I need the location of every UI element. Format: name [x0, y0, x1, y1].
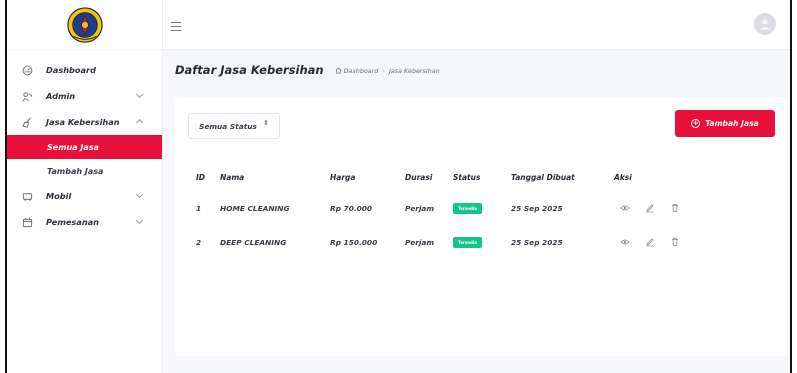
edit-icon[interactable] [645, 237, 655, 247]
university-logo [66, 6, 103, 43]
cell-name: HOME CLEANING [220, 203, 290, 213]
chevron-down-icon [135, 216, 144, 225]
sidebar-subitem-tambah-jasa[interactable]: Tambah Jasa [7, 159, 162, 183]
home-icon [335, 67, 341, 74]
services-card: Semua Status ⇕ + Tambah Jasa ID Nama Har… [175, 98, 787, 356]
page-title: Daftar Jasa Kebersihan [175, 63, 324, 77]
main-content: Daftar Jasa Kebersihan Dashboard › Jasa … [163, 50, 790, 373]
column-header-status: Status [453, 172, 481, 182]
add-service-button[interactable]: + Tambah Jasa [675, 110, 775, 137]
top-bar [163, 0, 790, 50]
services-table: ID Nama Harga Durasi Status Tanggal Dibu… [188, 163, 777, 259]
sidebar-item-label: Admin [46, 91, 76, 101]
chevron-down-icon [135, 190, 144, 199]
breadcrumb-current: Jasa Kebersihan [388, 66, 440, 75]
cell-price: Rp 150.000 [330, 237, 378, 247]
delete-icon[interactable] [670, 203, 680, 213]
select-arrows-icon: ⇕ [263, 119, 269, 127]
add-service-label: Tambah Jasa [705, 119, 759, 128]
edit-icon[interactable] [645, 203, 655, 213]
sidebar-item-label: Dashboard [46, 65, 96, 75]
delete-icon[interactable] [670, 237, 680, 247]
cell-id: 2 [196, 237, 202, 247]
column-header-harga: Harga [330, 172, 356, 182]
dashboard-icon [21, 64, 33, 76]
user-avatar-icon[interactable] [754, 13, 776, 35]
app-window: Dashboard Admin Jasa Kebersihan Semua Ja… [5, 0, 792, 373]
chevron-up-icon [135, 118, 144, 127]
sidebar-item-dashboard[interactable]: Dashboard [7, 57, 162, 83]
status-badge: Tersedia [453, 202, 482, 214]
sidebar-item-label: Mobil [46, 191, 72, 201]
sidebar: Dashboard Admin Jasa Kebersihan Semua Ja… [7, 0, 163, 373]
cell-status: Tersedia [453, 225, 511, 259]
column-header-nama: Nama [220, 172, 245, 182]
view-icon[interactable] [620, 203, 630, 213]
sidebar-item-label: Pemesanan [46, 217, 99, 227]
car-icon [21, 190, 33, 202]
table-header-row: ID Nama Harga Durasi Status Tanggal Dibu… [188, 163, 777, 191]
logo-area [7, 0, 162, 50]
sidebar-subitem-semua-jasa[interactable]: Semua Jasa [7, 135, 162, 159]
status-filter-value: Semua Status [199, 121, 257, 131]
status-filter-select[interactable]: Semua Status ⇕ [188, 113, 280, 139]
sidebar-item-pemesanan[interactable]: Pemesanan [7, 209, 162, 235]
cell-status: Tersedia [453, 191, 511, 225]
plus-circle-icon: + [691, 119, 701, 128]
table-row: 1 HOME CLEANING Rp 70.000 Perjam Tersedi… [188, 191, 777, 225]
cell-name: DEEP CLEANING [220, 237, 287, 247]
sidebar-item-mobil[interactable]: Mobil [7, 183, 162, 209]
cell-date: 25 Sep 2025 [511, 237, 563, 247]
column-header-id: ID [196, 172, 206, 182]
cleaning-icon [21, 116, 33, 128]
cell-price: Rp 70.000 [330, 203, 373, 213]
column-header-aksi: Aksi [614, 172, 632, 182]
table-row: 2 DEEP CLEANING Rp 150.000 Perjam Tersed… [188, 225, 777, 259]
status-badge: Tersedia [453, 236, 482, 248]
view-icon[interactable] [620, 237, 630, 247]
cell-duration: Perjam [405, 203, 435, 213]
column-header-tanggal: Tanggal Dibuat [511, 172, 575, 182]
breadcrumb-separator-icon: › [382, 66, 385, 75]
calendar-icon [21, 216, 33, 228]
chevron-down-icon [135, 90, 144, 99]
cell-duration: Perjam [405, 237, 435, 247]
breadcrumb-dashboard[interactable]: Dashboard [344, 67, 379, 75]
breadcrumb: Dashboard › Jasa Kebersihan [335, 67, 440, 75]
cell-actions [614, 191, 777, 225]
sidebar-item-admin[interactable]: Admin [7, 83, 162, 109]
sidebar-item-label: Jasa Kebersihan [46, 117, 120, 127]
column-header-durasi: Durasi [405, 172, 433, 182]
sidebar-nav: Dashboard Admin Jasa Kebersihan Semua Ja… [7, 50, 162, 235]
cell-date: 25 Sep 2025 [511, 203, 563, 213]
cell-id: 1 [196, 203, 202, 213]
cell-actions [614, 225, 777, 259]
hamburger-icon[interactable] [171, 22, 181, 31]
page-header: Daftar Jasa Kebersihan Dashboard › Jasa … [175, 63, 440, 77]
admin-icon [21, 90, 33, 102]
sidebar-item-jasa-kebersihan[interactable]: Jasa Kebersihan [7, 109, 162, 135]
